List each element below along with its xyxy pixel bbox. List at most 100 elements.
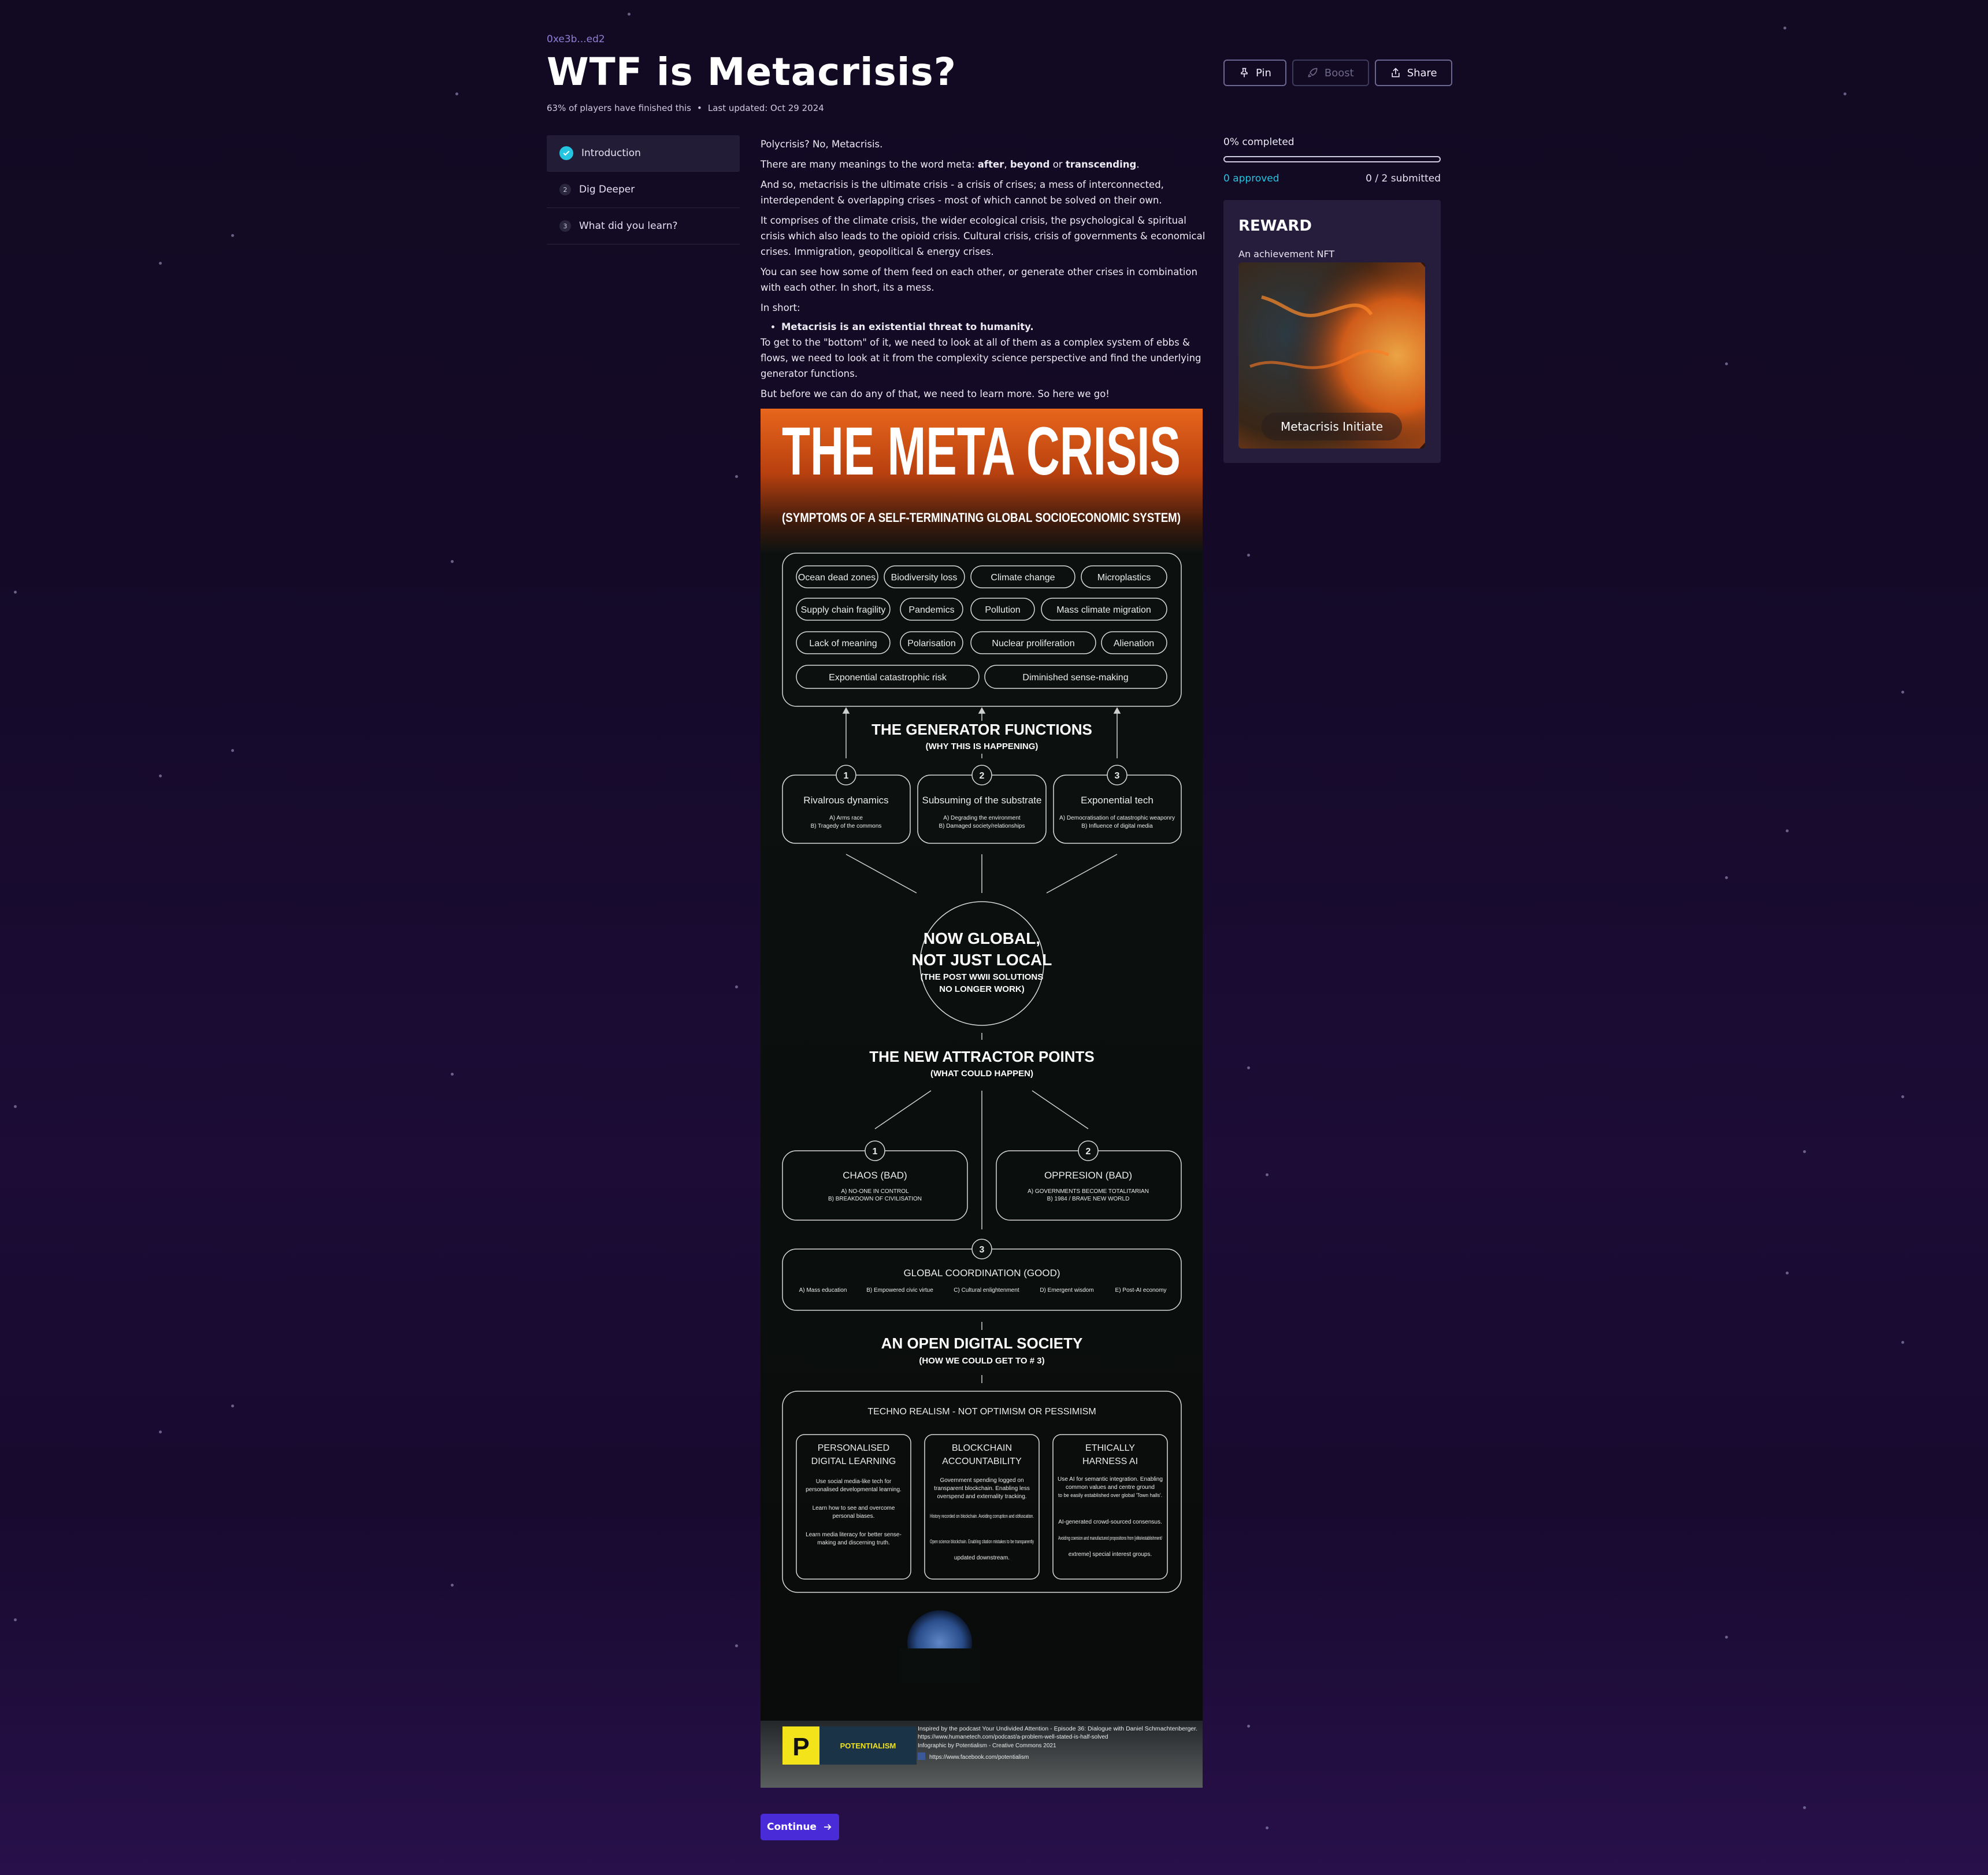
generator-item: B) Tragedy of the commons [811,823,882,829]
column-text: personalised developmental learning. [806,1487,902,1493]
step-what-did-you-learn[interactable]: 3 What did you learn? [547,208,740,244]
boost-button[interactable]: Boost [1292,60,1369,86]
attractor-name: CHAOS (BAD) [843,1170,907,1181]
symptom: Mass climate migration [1056,605,1151,615]
column-text: extreme] special interest groups. [1069,1551,1152,1558]
paragraph: There are many meanings to the word meta… [761,157,1206,172]
open-society-title: AN OPEN DIGITAL SOCIETY [881,1335,1083,1352]
credit-line: Infographic by Potentialism - Creative C… [918,1743,1056,1749]
column-text: Learn how to see and overcome [813,1505,895,1511]
continue-label: Continue [767,1821,817,1833]
open-society-subtitle: (HOW WE COULD GET TO # 3) [919,1356,1044,1366]
step-dig-deeper[interactable]: 2 Dig Deeper [547,172,740,208]
attractor-number: 2 [1086,1147,1091,1157]
step-number: 3 [559,220,571,232]
arrow-right-icon [824,1824,832,1830]
continue-button[interactable]: Continue [761,1814,839,1840]
column-text: History recorded on blockchain. Avoiding… [930,1513,1034,1520]
global-line: NOT JUST LOCAL [912,951,1052,969]
quest-progress: 0% completed 0 approved 0 / 2 submitted [1223,136,1441,184]
generator-item: A) Degrading the environment [943,815,1021,821]
boost-label: Boost [1324,66,1354,79]
facebook-icon [918,1752,925,1760]
text: There are many meanings to the word meta… [761,159,978,170]
generator-item: B) Influence of digital media [1081,823,1153,829]
generator-item: B) Damaged society/relationships [939,823,1025,829]
attractor-item: B) 1984 / BRAVE NEW WORLD [1047,1196,1130,1202]
nft-image[interactable]: Metacrisis Initiate [1238,262,1425,449]
list-item: Metacrisis is an existential threat to h… [781,319,1206,335]
coordination-item: A) Mass education [799,1287,847,1294]
coordination-item: C) Cultural enlightenment [954,1287,1019,1294]
coordination-item: E) Post-AI economy [1115,1287,1167,1294]
coordination-item: D) Emergent wisdom [1040,1287,1093,1294]
logo-mark: P [792,1733,809,1761]
credit-line: Inspired by the podcast Your Undivided A… [918,1726,1197,1732]
infographic-svg: THE META CRISIS (SYMPTOMS OF A SELF-TERM… [761,409,1203,1788]
infographic-title: THE META CRISIS [782,413,1181,490]
rocket-icon [1308,68,1318,77]
attractor-name: GLOBAL COORDINATION (GOOD) [903,1268,1060,1279]
generator-title: THE GENERATOR FUNCTIONS [871,721,1092,738]
global-line: NOW GLOBAL, [923,929,1040,947]
column-text: AI-generated crowd-sourced consensus. [1058,1519,1162,1525]
symptom: Polarisation [907,639,956,649]
global-line: NO LONGER WORK) [939,984,1025,994]
paragraph: It comprises of the climate crisis, the … [761,215,1206,257]
column-text: Use social media-like tech for [816,1478,892,1485]
attractor-item: A) NO-ONE IN CONTROL [841,1188,909,1195]
symptom: Climate change [991,573,1055,583]
step-introduction[interactable]: Introduction [547,135,740,172]
pin-button[interactable]: Pin [1223,60,1286,86]
term-beyond: beyond [1010,159,1050,170]
column-text: common values and centre ground [1066,1484,1155,1491]
symptom: Supply chain fragility [801,605,886,615]
share-button[interactable]: Share [1374,60,1452,86]
nft-name: Metacrisis Initiate [1280,420,1384,433]
column-text: Government spending logged on [940,1477,1023,1484]
share-icon [1392,68,1400,77]
credit-line: https://www.humanetech.com/podcast/a-pro… [918,1734,1108,1740]
generator-item: A) Arms race [829,815,863,821]
column-text: updated downstream. [954,1555,1010,1561]
column-title: ETHICALLY [1085,1443,1135,1453]
attractor-number: 3 [980,1245,985,1255]
symptom: Diminished sense-making [1022,673,1128,683]
symptom: Ocean dead zones [798,573,876,583]
last-updated: Last updated: Oct 29 2024 [707,103,824,113]
paragraph: You can see how some of them feed on eac… [761,266,1197,293]
symptom-pills: Ocean dead zones Biodiversity loss Clima… [796,565,1167,689]
paragraph: But before we can do any of that, we nee… [761,388,1110,399]
step-label: Dig Deeper [579,184,635,195]
step-label: What did you learn? [579,220,678,232]
earth-shadow [899,1648,980,1683]
reward-card: REWARD An achievement NFT Metacrisis Ini… [1223,200,1441,463]
reward-heading: REWARD [1238,217,1312,235]
column-title: BLOCKCHAIN [952,1443,1012,1453]
quest-meta: 63% of players have finished this • Last u… [547,103,824,113]
column-text: Use AI for semantic integration. Enablin… [1058,1476,1163,1483]
column-title: HARNESS AI [1082,1457,1138,1466]
generator-number: 1 [844,771,849,781]
reward-subtitle: An achievement NFT [1238,249,1335,260]
text: , [1004,159,1010,170]
metacrisis-infographic: THE META CRISIS (SYMPTOMS OF A SELF-TERM… [761,409,1203,1788]
term-after: after [977,159,1004,170]
global-line: (THE POST WWII SOLUTIONS [921,972,1044,982]
players-finished: 63% of players have finished this [547,103,691,113]
term-transcending: transcending [1065,159,1137,170]
paragraph: Polycrisis? No, Metacrisis. [761,139,883,150]
symptom: Nuclear proliferation [992,639,1074,649]
column-text: overspend and externality tracking. [937,1494,1026,1500]
text: . [1136,159,1140,170]
creator-address[interactable]: 0xe3b...ed2 [547,34,605,45]
symptom: Microplastics [1097,573,1151,583]
brand-name: POTENTIALISM [840,1741,896,1750]
column-text: personal biases. [833,1513,875,1520]
attractor-title: THE NEW ATTRACTOR POINTS [869,1048,1095,1065]
quest-actions: Pin Boost Share [1223,60,1452,86]
submitted-count: 0 / 2 submitted [1366,173,1441,184]
generator-number: 3 [1115,771,1120,781]
generator-item: A) Democratisation of catastrophic weapo… [1059,815,1175,821]
paragraph: And so, metacrisis is the ultimate crisi… [761,179,1164,206]
